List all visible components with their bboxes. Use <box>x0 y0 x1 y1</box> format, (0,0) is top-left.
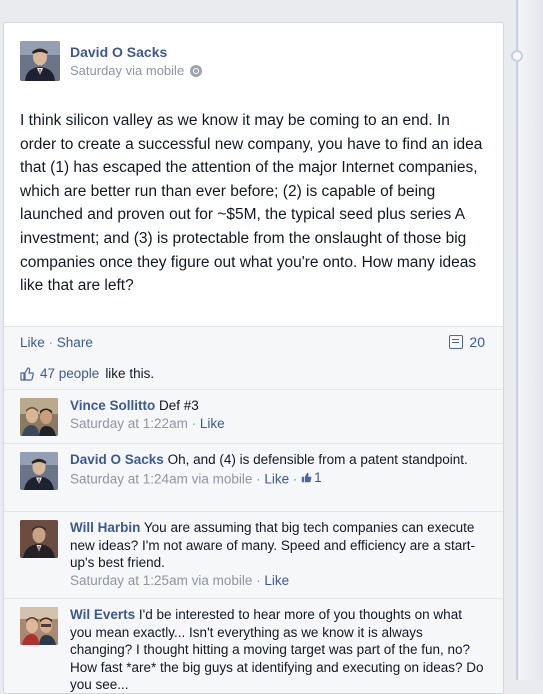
meta-separator: · <box>289 470 302 486</box>
comment-like-link[interactable]: Like <box>264 573 289 588</box>
comment-bubble-icon <box>449 335 464 349</box>
like-link[interactable]: Like <box>20 335 45 350</box>
thumbs-up-icon <box>301 472 312 482</box>
commenter-avatar[interactable] <box>20 607 58 645</box>
comment-timestamp[interactable]: Saturday at 1:25am via mobile <box>70 573 252 588</box>
comment-like-count[interactable]: 1 <box>301 469 322 487</box>
comment-count-value: 20 <box>469 334 485 350</box>
comment-body: David O Sacks Oh, and (4) is defensible … <box>70 451 485 487</box>
comment-item: David O Sacks Oh, and (4) is defensible … <box>4 444 503 512</box>
comment-item: Will Harbin You are assuming that big te… <box>4 512 503 599</box>
comment-author[interactable]: Will Harbin <box>70 520 140 535</box>
post-text: I think silicon valley as we know it may… <box>20 112 483 295</box>
share-link[interactable]: Share <box>57 335 93 350</box>
comment-like-link[interactable]: Like <box>200 416 225 431</box>
comment-text: Def #3 <box>159 398 199 413</box>
post-author-name[interactable]: David O Sacks <box>70 44 167 60</box>
post-actions: Like · Share <box>20 335 93 350</box>
comment-author[interactable]: Wil Everts <box>70 607 135 622</box>
thumbs-up-icon <box>20 366 34 381</box>
comment-count[interactable]: 20 <box>449 334 485 350</box>
commenter-avatar[interactable] <box>20 520 58 558</box>
comment-author[interactable]: David O Sacks <box>70 452 164 467</box>
commenter-avatar[interactable] <box>20 398 58 436</box>
post-card: David O Sacks Saturday via mobile I thin… <box>3 22 504 694</box>
comment-author[interactable]: Vince Sollitto <box>70 398 155 413</box>
post-timestamp[interactable]: Saturday via mobile <box>70 63 184 78</box>
timeline-background <box>519 0 543 680</box>
meta-separator: · <box>252 470 265 486</box>
comment-body: Will Harbin You are assuming that big te… <box>70 519 485 589</box>
post-action-bar: Like · Share 20 <box>4 326 503 358</box>
timeline-spine <box>516 0 518 680</box>
comment-body: Wil Everts I'd be interested to hear mor… <box>70 606 485 693</box>
timeline-dot <box>511 50 523 62</box>
globe-icon[interactable] <box>190 64 203 77</box>
comment-meta: Saturday at 1:22am · Like <box>70 415 485 433</box>
commenter-avatar[interactable] <box>20 452 58 490</box>
likes-summary: 47 people like this. <box>4 357 503 390</box>
comment-item: Vince Sollitto Def #3 Saturday at 1:22am… <box>4 390 503 444</box>
comment-like-link[interactable]: Like <box>264 471 289 486</box>
comment-meta: Saturday at 1:24am via mobile · Like · 1 <box>70 469 485 488</box>
meta-separator: · <box>252 572 265 588</box>
author-avatar[interactable] <box>20 41 60 81</box>
like-count-value: 1 <box>314 469 322 485</box>
action-separator: · <box>48 335 54 350</box>
comment-text: Oh, and (4) is defensible from a patent … <box>167 452 468 467</box>
post-meta: Saturday via mobile <box>70 63 203 78</box>
comment-meta: Saturday at 1:25am via mobile · Like <box>70 572 485 590</box>
comment-timestamp[interactable]: Saturday at 1:24am via mobile <box>70 471 252 486</box>
likers-link[interactable]: 47 people <box>40 366 99 381</box>
meta-separator: · <box>187 415 200 431</box>
likes-suffix: like this. <box>105 366 155 381</box>
comment-timestamp[interactable]: Saturday at 1:22am <box>70 416 188 431</box>
likes-text: 47 people like this. <box>20 366 154 381</box>
comment-body: Vince Sollitto Def #3 Saturday at 1:22am… <box>70 397 485 432</box>
